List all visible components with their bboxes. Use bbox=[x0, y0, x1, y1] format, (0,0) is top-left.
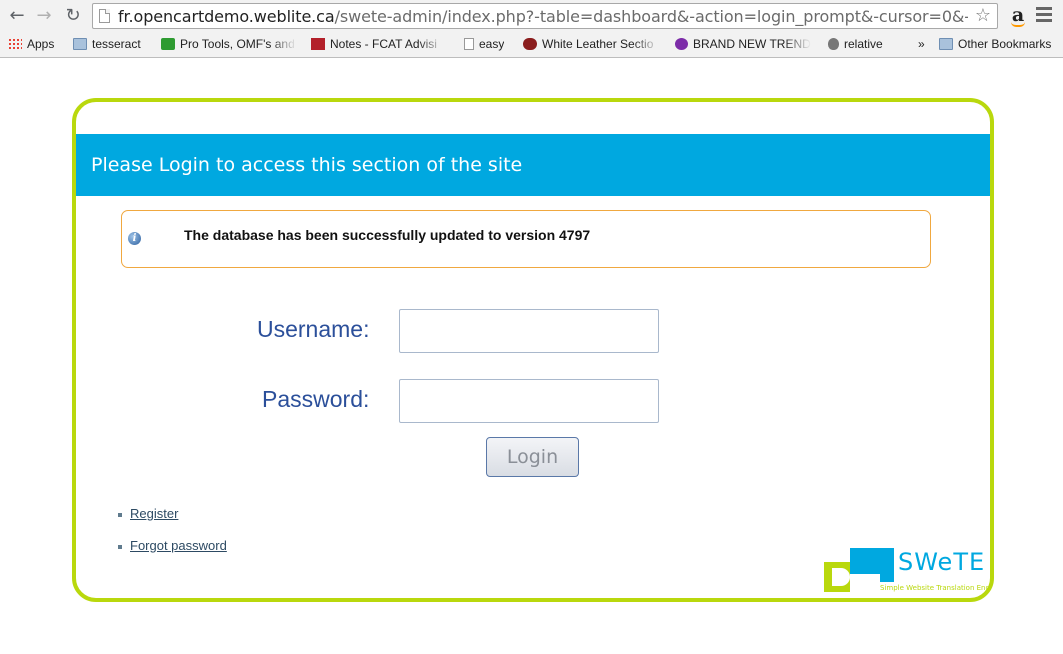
login-button[interactable]: Login bbox=[486, 437, 579, 477]
password-label: Password: bbox=[262, 386, 370, 412]
page-title: Please Login to access this section of t… bbox=[76, 134, 990, 196]
bookmarks-bar: Apps tesseract Pro Tools, OMF's and Note… bbox=[0, 33, 1063, 55]
amazon-extension-icon[interactable]: a bbox=[1008, 5, 1028, 27]
forward-arrow-icon[interactable]: → bbox=[33, 5, 55, 27]
bookmark-notes-fcat[interactable]: Notes - FCAT Advisi bbox=[311, 36, 445, 52]
folder-icon bbox=[939, 38, 953, 50]
peace-icon bbox=[675, 38, 688, 50]
bookmark-other-bookmarks[interactable]: Other Bookmarks bbox=[939, 36, 1051, 52]
back-arrow-icon[interactable]: ← bbox=[6, 5, 28, 27]
bookmark-label: Apps bbox=[27, 37, 55, 51]
browser-toolbar: ← → ↻ fr.opencartdemo.weblite.ca/swete-a… bbox=[0, 0, 1063, 33]
bookmark-label: relative bbox=[844, 37, 883, 51]
username-input[interactable] bbox=[399, 309, 659, 353]
logo-tagline: Simple Website Translation Engine bbox=[880, 584, 994, 592]
url-host: fr.opencartdemo.weblite.ca bbox=[118, 7, 335, 26]
bookmark-label: Other Bookmarks bbox=[958, 37, 1052, 51]
bookmark-label: easy bbox=[479, 37, 505, 51]
overflow-chevron-icon: » bbox=[918, 37, 925, 51]
bookmark-star-icon[interactable]: ☆ bbox=[975, 5, 991, 26]
info-icon: i bbox=[128, 232, 141, 245]
green-plus-icon bbox=[161, 38, 175, 50]
bookmark-label: White Leather Sectio bbox=[542, 37, 654, 51]
bullet-icon bbox=[118, 545, 122, 549]
bookmark-relative[interactable]: relative bbox=[828, 36, 883, 52]
url-text[interactable]: fr.opencartdemo.weblite.ca/swete-admin/i… bbox=[118, 7, 968, 26]
bookmark-label: BRAND NEW TRENDY bbox=[693, 37, 811, 51]
page-icon bbox=[99, 9, 110, 23]
bookmarks-overflow-chevron[interactable]: » bbox=[918, 36, 925, 52]
browser-chrome: ← → ↻ fr.opencartdemo.weblite.ca/swete-a… bbox=[0, 0, 1063, 58]
document-icon bbox=[464, 38, 474, 50]
apple-icon bbox=[828, 38, 839, 50]
bookmark-tesseract[interactable]: tesseract bbox=[73, 36, 141, 52]
address-bar[interactable]: fr.opencartdemo.weblite.ca/swete-admin/i… bbox=[92, 3, 998, 29]
bullet-icon bbox=[118, 513, 122, 517]
info-notice: i The database has been successfully upd… bbox=[121, 210, 931, 268]
url-path: /swete-admin/index.php?-table=dashboard&… bbox=[334, 7, 968, 26]
notice-message: The database has been successfully updat… bbox=[184, 227, 591, 243]
bookmark-label: Pro Tools, OMF's and bbox=[180, 37, 295, 51]
password-input[interactable] bbox=[399, 379, 659, 423]
cow-icon bbox=[523, 38, 537, 50]
bookmark-label: tesseract bbox=[92, 37, 141, 51]
reload-icon[interactable]: ↻ bbox=[62, 5, 84, 27]
register-link[interactable]: Register bbox=[130, 506, 178, 521]
forgot-password-link[interactable]: Forgot password bbox=[130, 538, 227, 553]
bookmark-white-leather[interactable]: White Leather Sectio bbox=[523, 36, 660, 52]
login-panel: Please Login to access this section of t… bbox=[72, 98, 994, 602]
sfu-icon bbox=[311, 38, 325, 50]
bookmark-pro-tools[interactable]: Pro Tools, OMF's and bbox=[161, 36, 297, 52]
bookmark-label: Notes - FCAT Advisi bbox=[330, 37, 437, 51]
browser-menu-icon[interactable] bbox=[1036, 7, 1052, 25]
username-label: Username: bbox=[257, 316, 370, 342]
folder-icon bbox=[73, 38, 87, 50]
apps-grid-icon bbox=[8, 38, 22, 50]
bookmark-brand-new-trendy[interactable]: BRAND NEW TRENDY bbox=[675, 36, 811, 52]
bookmark-easy[interactable]: easy bbox=[464, 36, 504, 52]
bookmark-apps[interactable]: Apps bbox=[8, 36, 54, 52]
swete-logo: SWeTE Simple Website Translation Engine bbox=[824, 548, 990, 598]
logo-wordmark: SWeTE bbox=[898, 548, 986, 576]
